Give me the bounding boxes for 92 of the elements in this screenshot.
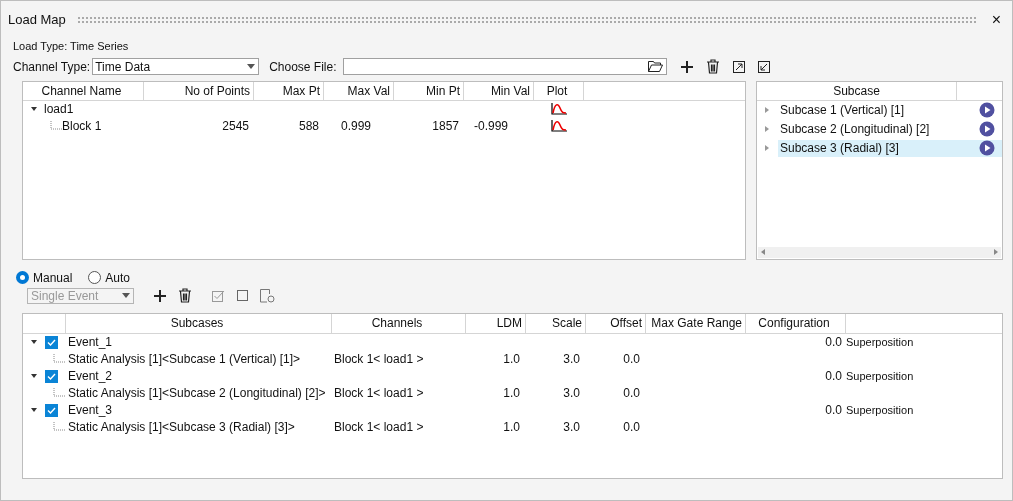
caret-icon — [247, 63, 256, 70]
table-cell-text: 3.0 — [563, 351, 580, 368]
uncheck-all-icon[interactable] — [237, 290, 248, 301]
table-cell-text: -0.999 — [474, 118, 509, 135]
table-cell-text: 1857 — [432, 118, 459, 135]
expand-down-icon[interactable] — [30, 372, 38, 380]
scroll-right-icon[interactable] — [994, 249, 998, 255]
tree-connector-icon — [53, 422, 65, 432]
expand-down-icon[interactable] — [30, 406, 38, 414]
table-cell: Superposition — [846, 370, 914, 382]
trash-icon[interactable] — [705, 59, 720, 74]
subcase-item[interactable]: Subcase 3 (Radial) [3] — [778, 139, 1002, 157]
column-header[interactable]: Max Pt — [254, 81, 324, 100]
check-all-icon[interactable] — [212, 289, 225, 302]
column-header[interactable]: Max Gate Range — [646, 313, 746, 333]
subcase-item[interactable]: Subcase 2 (Longitudinal) [2] — [778, 120, 1002, 138]
column-header[interactable]: Subcases — [66, 313, 332, 333]
window-title: Load Map — [8, 10, 66, 29]
mode-radio[interactable]: Manual — [16, 268, 73, 287]
table-cell-text: 0.0 — [825, 368, 842, 385]
expand-right-icon[interactable] — [763, 144, 771, 152]
column-header[interactable]: No of Points — [144, 81, 254, 100]
column-header[interactable]: Scale — [526, 313, 586, 333]
mode-radio[interactable]: Auto — [88, 268, 131, 287]
table-cell-text: 2545 — [222, 118, 249, 135]
table-cell-text: 588 — [298, 118, 319, 135]
export-icon[interactable] — [732, 60, 745, 73]
table-cell-text: 0.0 — [623, 419, 640, 436]
channel-type-dropdown[interactable]: Time Data — [92, 58, 260, 75]
event-name[interactable]: Event_3 — [68, 403, 113, 417]
column-header[interactable]: Channel Name — [23, 81, 144, 100]
table-cell-text: 1.0 — [503, 419, 520, 436]
table-cell-text: 0.0 — [623, 385, 640, 402]
trash-icon[interactable] — [178, 288, 192, 303]
column-header[interactable]: Subcase — [757, 81, 957, 100]
expand-down-icon[interactable] — [30, 338, 38, 346]
table-cell-text: 3.0 — [563, 419, 580, 436]
scroll-left-icon[interactable] — [761, 249, 765, 255]
subcase-item[interactable]: Subcase 1 (Vertical) [1] — [778, 101, 1002, 119]
import-icon[interactable] — [757, 60, 770, 73]
expand-right-icon[interactable] — [763, 106, 771, 114]
play-icon[interactable] — [979, 121, 995, 137]
plot-icon[interactable] — [551, 120, 567, 132]
table-cell: Superposition — [846, 404, 914, 416]
event-name[interactable]: Event_2 — [68, 369, 113, 383]
close-button[interactable]: × — [987, 11, 1005, 28]
event-checkbox[interactable] — [45, 403, 58, 417]
load-type-label: Load Type: Time Series — [13, 39, 130, 54]
table-cell-text: 1.0 — [503, 385, 520, 402]
table-cell: Block 1< load1 > — [334, 386, 424, 400]
column-header[interactable]: LDM — [466, 313, 526, 333]
table-cell-text: 0.999 — [341, 118, 372, 135]
table-cell: Superposition — [846, 336, 914, 348]
horizontal-scrollbar[interactable] — [758, 246, 1001, 258]
column-header[interactable]: Configuration — [746, 313, 846, 333]
column-header[interactable]: Offset — [586, 313, 646, 333]
column-header[interactable]: Channels — [332, 313, 466, 333]
channel-type-label: Channel Type: — [13, 58, 91, 76]
event-checkbox[interactable] — [45, 335, 58, 349]
caret-icon — [122, 292, 130, 299]
folder-icon[interactable] — [647, 61, 663, 72]
event-name[interactable]: Event_1 — [68, 335, 113, 349]
table-cell-text: 1.0 — [503, 351, 520, 368]
expand-right-icon[interactable] — [763, 125, 771, 133]
refresh-document-icon[interactable] — [260, 288, 275, 303]
table-cell: Static Analysis [1]<Subcase 3 (Radial) [3]> — [68, 420, 295, 434]
file-path-field[interactable] — [342, 58, 667, 75]
expand-down-icon[interactable] — [30, 105, 38, 113]
table-cell-text: 0.0 — [825, 402, 842, 419]
tree-connector-icon — [53, 354, 65, 364]
play-icon[interactable] — [979, 140, 995, 156]
event-checkbox[interactable] — [45, 369, 58, 383]
add-icon[interactable] — [680, 60, 693, 73]
table-cell-text: 3.0 — [563, 385, 580, 402]
table-cell[interactable]: Block 1 — [62, 117, 102, 135]
table-cell-text: 0.0 — [825, 334, 842, 351]
add-icon[interactable] — [154, 289, 166, 302]
column-header[interactable]: Plot — [534, 81, 584, 100]
choose-file-label: Choose File: — [269, 58, 337, 76]
column-header[interactable]: Min Pt — [394, 81, 464, 100]
table-cell: Static Analysis [1]<Subcase 2 (Longitudinal) [2]> — [68, 386, 326, 400]
table-cell[interactable]: load1 — [44, 100, 74, 118]
table-cell: Block 1< load1 > — [334, 352, 424, 366]
table-cell-text: 0.0 — [623, 351, 640, 368]
column-header[interactable]: Min Val — [464, 81, 534, 100]
table-cell: Block 1< load1 > — [334, 420, 424, 434]
plot-icon[interactable] — [551, 103, 567, 115]
column-header[interactable]: Max Val — [324, 81, 394, 100]
play-icon[interactable] — [979, 102, 995, 118]
table-cell: Static Analysis [1]<Subcase 1 (Vertical) [1]> — [68, 352, 301, 366]
tree-connector-icon — [50, 121, 62, 131]
tree-connector-icon — [53, 388, 65, 398]
